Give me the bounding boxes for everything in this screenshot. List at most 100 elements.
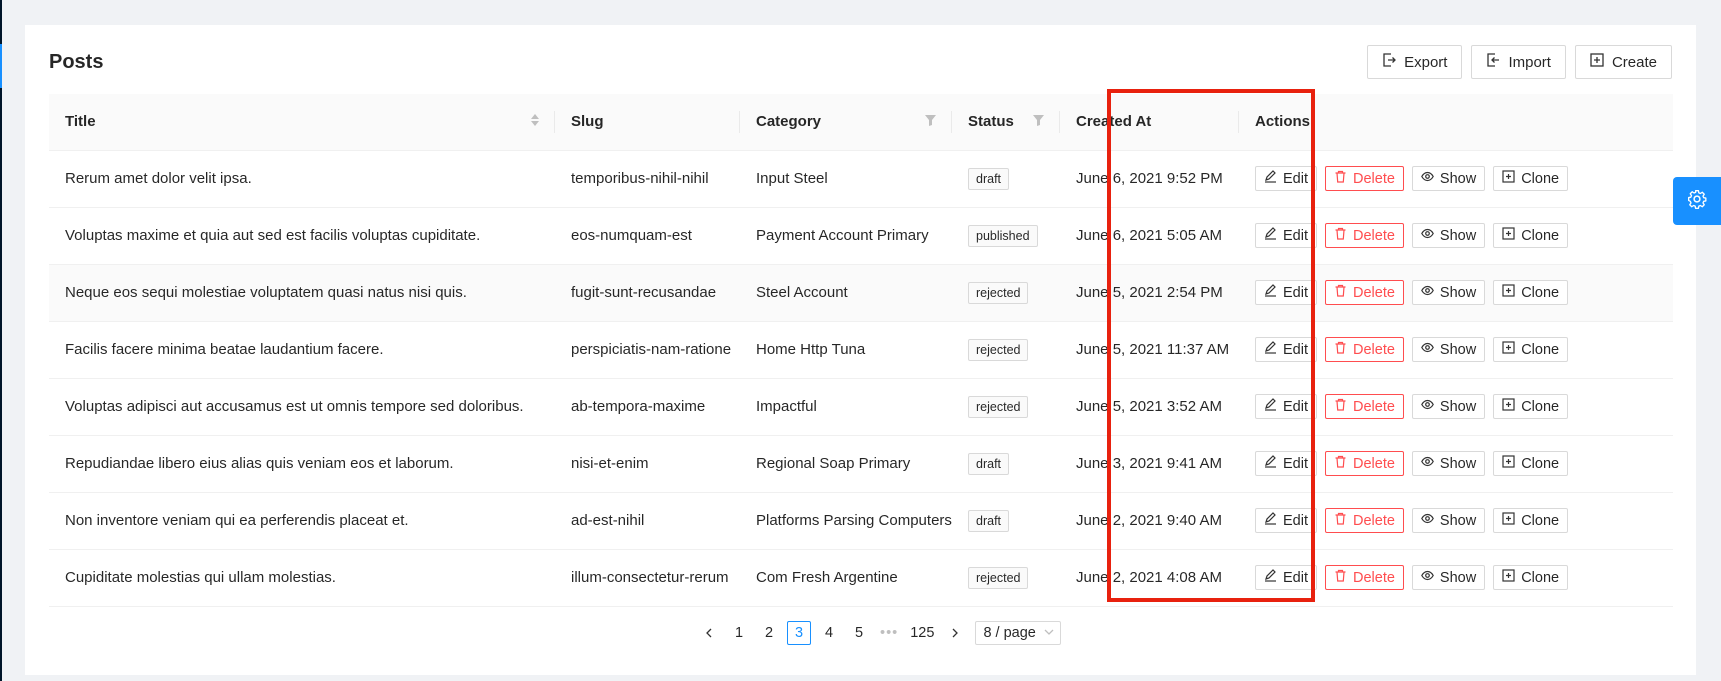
edit-icon: [1264, 569, 1277, 586]
page-2[interactable]: 2: [757, 621, 781, 645]
prev-page-button[interactable]: [697, 621, 721, 645]
page-last[interactable]: 125: [907, 621, 937, 645]
edit-label: Edit: [1283, 569, 1308, 586]
clone-button[interactable]: Clone: [1493, 223, 1569, 248]
header-actions: Export Import Create: [1367, 45, 1672, 79]
clone-icon: [1502, 512, 1515, 529]
clone-icon: [1502, 569, 1515, 586]
pagination: 1 2 3 4 5 ••• 125 8 / page: [697, 621, 1061, 645]
show-button[interactable]: Show: [1411, 451, 1486, 476]
show-label: Show: [1439, 227, 1477, 244]
delete-icon: [1334, 512, 1347, 529]
column-status-label: Status: [968, 113, 1014, 131]
show-button[interactable]: Show: [1411, 166, 1486, 191]
edit-icon: [1264, 341, 1277, 358]
page-size-select[interactable]: 8 / page: [975, 621, 1061, 645]
cell-category: Input Steel: [740, 150, 952, 208]
edit-button[interactable]: Edit: [1255, 565, 1317, 590]
delete-button[interactable]: Delete: [1325, 337, 1404, 362]
cell-created-at: June 6, 2021 5:05 AM: [1060, 207, 1239, 265]
delete-button[interactable]: Delete: [1325, 280, 1404, 305]
edit-button[interactable]: Edit: [1255, 451, 1317, 476]
clone-button[interactable]: Clone: [1493, 166, 1569, 191]
delete-icon: [1334, 398, 1347, 415]
delete-button[interactable]: Delete: [1325, 394, 1404, 419]
edit-button[interactable]: Edit: [1255, 223, 1317, 248]
table-row: Facilis facere minima beatae laudantium …: [49, 321, 1673, 379]
cell-category: Impactful: [740, 378, 952, 436]
table-row: Voluptas maxime et quia aut sed est faci…: [49, 207, 1673, 265]
cell-status: draft: [952, 492, 1060, 550]
edit-icon: [1264, 512, 1277, 529]
export-button[interactable]: Export: [1367, 45, 1463, 79]
page-4[interactable]: 4: [817, 621, 841, 645]
page-5[interactable]: 5: [847, 621, 871, 645]
cell-category: Com Fresh Argentine: [740, 549, 952, 607]
clone-label: Clone: [1521, 455, 1560, 472]
show-button[interactable]: Show: [1411, 280, 1486, 305]
status-badge: draft: [968, 509, 1010, 532]
delete-button[interactable]: Delete: [1325, 565, 1404, 590]
import-button[interactable]: Import: [1471, 45, 1566, 79]
column-header-title[interactable]: Title: [49, 94, 555, 151]
eye-icon: [1421, 512, 1434, 529]
cell-actions: Edit Delete Show Clone: [1239, 378, 1673, 436]
delete-button[interactable]: Delete: [1325, 166, 1404, 191]
delete-icon: [1334, 569, 1347, 586]
edit-button[interactable]: Edit: [1255, 166, 1317, 191]
clone-icon: [1502, 398, 1515, 415]
cell-title: Repudiandae libero eius alias quis venia…: [49, 435, 555, 493]
clone-button[interactable]: Clone: [1493, 565, 1569, 590]
cell-created-at: June 5, 2021 2:54 PM: [1060, 264, 1239, 322]
next-page-button[interactable]: [943, 621, 967, 645]
delete-button[interactable]: Delete: [1325, 223, 1404, 248]
edit-icon: [1264, 284, 1277, 301]
filter-icon[interactable]: [925, 113, 936, 130]
delete-label: Delete: [1353, 398, 1395, 415]
table-header-row: Title Slug Category Status Created At Ac…: [49, 94, 1673, 151]
show-button[interactable]: Show: [1411, 337, 1486, 362]
page-3-current[interactable]: 3: [787, 621, 811, 645]
edit-button[interactable]: Edit: [1255, 394, 1317, 419]
edit-icon: [1264, 455, 1277, 472]
edit-button[interactable]: Edit: [1255, 508, 1317, 533]
cell-actions: Edit Delete Show Clone: [1239, 264, 1673, 322]
page-1[interactable]: 1: [727, 621, 751, 645]
edit-icon: [1264, 227, 1277, 244]
edit-button[interactable]: Edit: [1255, 337, 1317, 362]
filter-icon[interactable]: [1033, 113, 1044, 130]
clone-button[interactable]: Clone: [1493, 451, 1569, 476]
delete-button[interactable]: Delete: [1325, 451, 1404, 476]
clone-button[interactable]: Clone: [1493, 280, 1569, 305]
column-title-label: Title: [65, 113, 96, 131]
edit-button[interactable]: Edit: [1255, 280, 1317, 305]
column-category-label: Category: [756, 113, 822, 131]
column-header-actions: Actions: [1239, 94, 1673, 151]
delete-button[interactable]: Delete: [1325, 508, 1404, 533]
cell-title: Rerum amet dolor velit ipsa.: [49, 150, 555, 208]
show-label: Show: [1439, 455, 1477, 472]
card-header: Posts Export Import Create: [49, 45, 1672, 79]
delete-label: Delete: [1353, 455, 1395, 472]
create-button[interactable]: Create: [1574, 45, 1672, 79]
show-button[interactable]: Show: [1411, 223, 1486, 248]
status-badge: draft: [968, 452, 1010, 475]
clone-button[interactable]: Clone: [1493, 508, 1569, 533]
table-row: Cupiditate molestias qui ullam molestias…: [49, 549, 1673, 607]
show-button[interactable]: Show: [1411, 565, 1486, 590]
column-created-at-label: Created At: [1076, 113, 1152, 131]
jump-next-ellipsis[interactable]: •••: [877, 621, 901, 645]
show-button[interactable]: Show: [1411, 394, 1486, 419]
clone-button[interactable]: Clone: [1493, 394, 1569, 419]
delete-icon: [1334, 284, 1347, 301]
theme-settings-button[interactable]: [1673, 177, 1721, 225]
clone-button[interactable]: Clone: [1493, 337, 1569, 362]
sort-icon[interactable]: [531, 113, 539, 130]
delete-label: Delete: [1353, 569, 1395, 586]
chevron-right-icon: [952, 628, 959, 638]
cell-status: published: [952, 207, 1060, 265]
status-badge: rejected: [968, 281, 1029, 304]
cell-actions: Edit Delete Show Clone: [1239, 150, 1673, 208]
show-button[interactable]: Show: [1411, 508, 1486, 533]
cell-slug: perspiciatis-nam-ratione: [555, 321, 740, 379]
